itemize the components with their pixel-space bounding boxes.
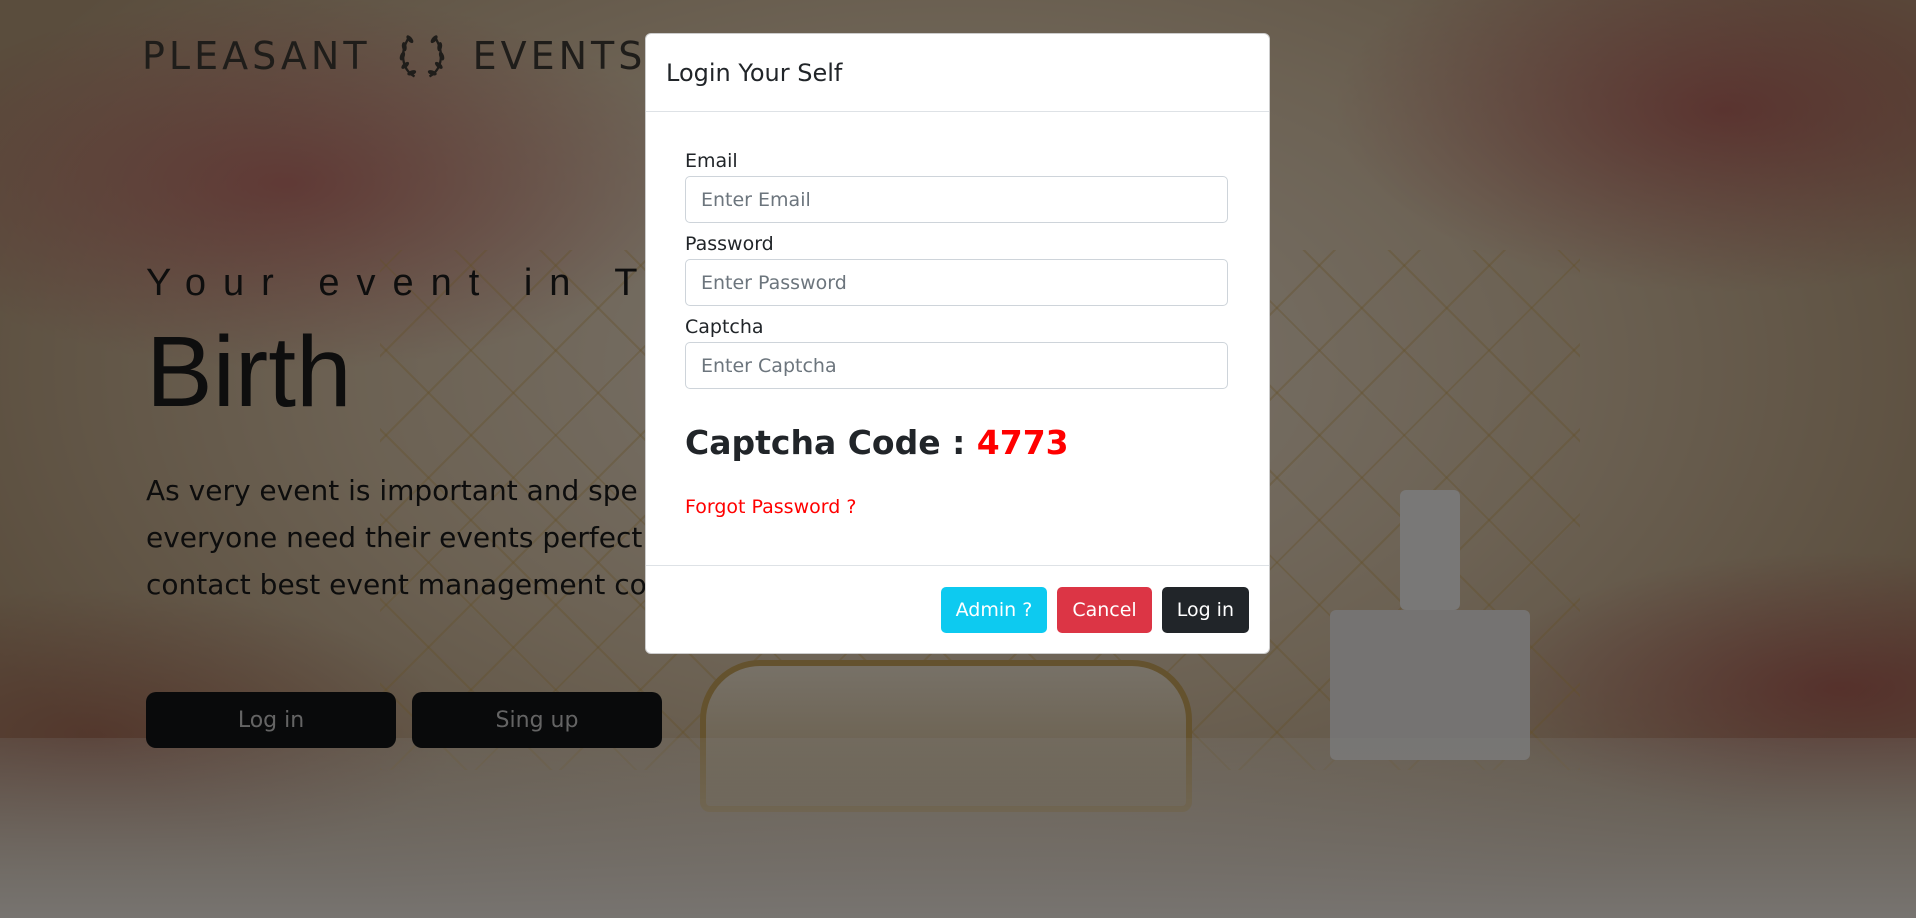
captcha-code-label: Captcha Code : [685,423,977,462]
password-field[interactable] [685,259,1228,306]
password-label: Password [685,233,774,255]
email-label: Email [685,150,738,172]
modal-body: Email Password Captcha Captcha Code : 47… [646,112,1269,566]
captcha-code-display: Captcha Code : 4773 [685,423,1229,462]
captcha-label: Captcha [685,316,764,338]
cancel-button[interactable]: Cancel [1057,586,1152,633]
forgot-password-link[interactable]: Forgot Password ? [685,496,1229,518]
email-field[interactable] [685,176,1228,223]
modal-title: Login Your Self [666,58,843,87]
login-modal: Login Your Self Email Password Captcha C… [645,33,1270,654]
modal-footer: Admin ? Cancel Log in [646,565,1269,653]
admin-button[interactable]: Admin ? [940,586,1048,633]
captcha-field[interactable] [685,342,1228,389]
modal-header: Login Your Self [646,34,1269,112]
captcha-code-value: 4773 [976,423,1069,462]
login-button[interactable]: Log in [1161,586,1249,633]
